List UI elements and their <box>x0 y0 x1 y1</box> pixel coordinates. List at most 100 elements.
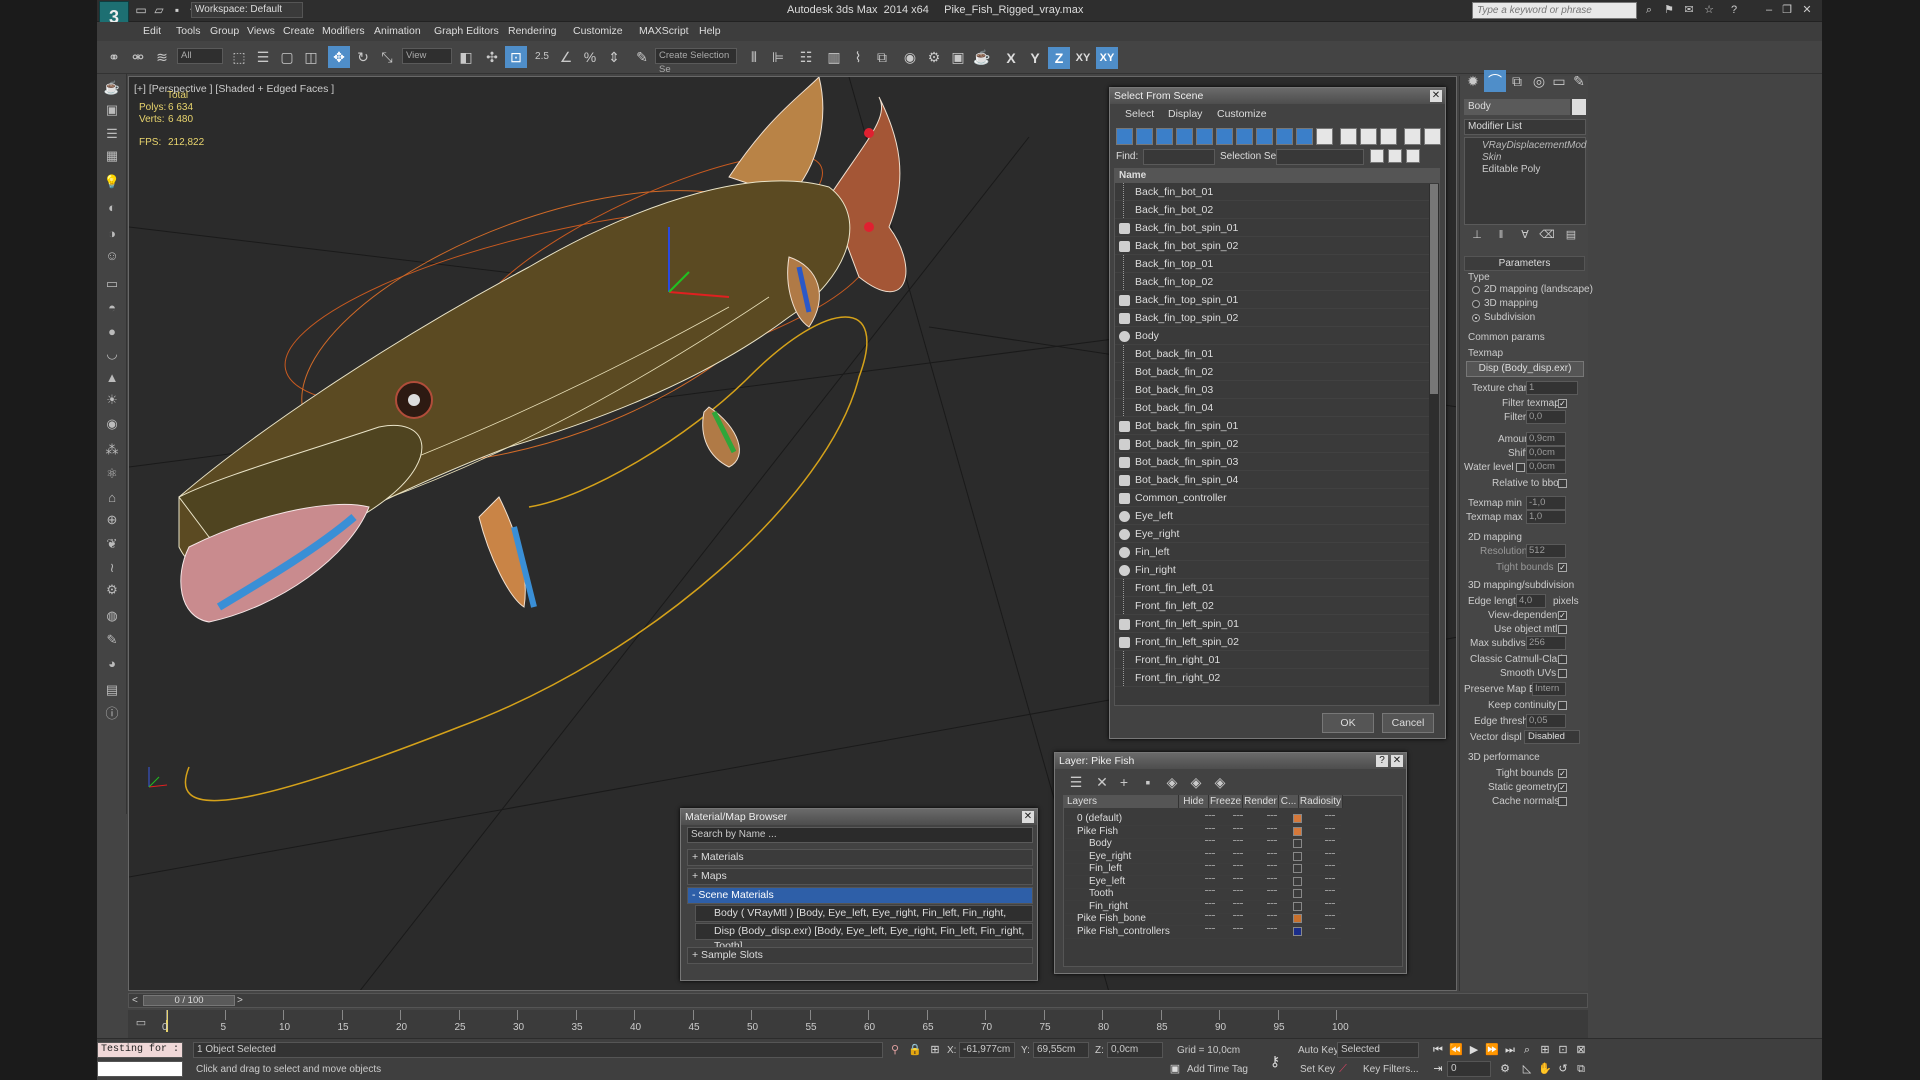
type-2d-radio[interactable] <box>1472 286 1480 294</box>
mirror-icon[interactable]: ⫴ <box>743 46 765 68</box>
render-icon[interactable] <box>1267 827 1277 832</box>
display-frozen-icon[interactable] <box>1316 128 1333 145</box>
freeze-toggle[interactable] <box>1233 915 1243 919</box>
resolution-spinner[interactable]: 512 <box>1526 544 1566 558</box>
time-slider-next-icon[interactable]: > <box>237 995 243 1006</box>
scene-object-row[interactable]: Back_fin_bot_02 <box>1115 201 1439 219</box>
named-selection-set-dropdown[interactable]: Create Selection Se <box>655 48 737 75</box>
search-input[interactable]: Type a keyword or phrase <box>1472 2 1637 19</box>
hide-toggle[interactable] <box>1205 902 1215 907</box>
list-scrollbar[interactable] <box>1429 184 1439 704</box>
display-groups-icon[interactable] <box>1236 128 1253 145</box>
table-icon[interactable]: ▦ <box>102 146 122 166</box>
pan-icon[interactable]: ✋ <box>1537 1061 1553 1077</box>
render-icon[interactable] <box>1267 877 1277 882</box>
open-file-icon[interactable]: ▱ <box>152 3 166 17</box>
axis-y-button[interactable]: Y <box>1024 47 1046 69</box>
hide-toggle[interactable] <box>1205 915 1215 919</box>
snaps-toggle-icon[interactable]: 2.5 <box>531 46 553 68</box>
render-icon[interactable]: ▣ <box>102 100 122 120</box>
selection-filter-dropdown[interactable]: All <box>177 48 223 64</box>
max-subdivs-spinner[interactable]: 256 <box>1526 636 1566 650</box>
orbit-icon[interactable]: ↺ <box>1555 1061 1571 1077</box>
menu-maxscript[interactable]: MAXScript <box>639 25 689 37</box>
scene-object-row[interactable]: Front_fin_left_02 <box>1115 597 1439 615</box>
scene-object-row[interactable]: Bot_back_fin_03 <box>1115 381 1439 399</box>
map-disp-body[interactable]: Disp (Body_disp.exr) [Body, Eye_left, Ey… <box>695 923 1033 952</box>
edge-length-spinner[interactable]: 4,0 <box>1516 594 1546 608</box>
workspace-dropdown[interactable]: Workspace: Default <box>191 2 303 18</box>
create-tab-icon[interactable]: ✹ <box>1462 70 1484 92</box>
object-name-input[interactable]: Body <box>1464 99 1570 115</box>
motion-tab-icon[interactable]: ◎ <box>1528 70 1550 92</box>
sphere-icon[interactable]: ● <box>102 322 122 342</box>
tight-bounds-2-checkbox[interactable]: ✓ <box>1558 769 1567 778</box>
subscription-icon[interactable]: ⚑ <box>1662 3 1676 17</box>
menu-graph-editors[interactable]: Graph Editors <box>434 25 499 37</box>
scene-object-row[interactable]: Eye_right <box>1115 525 1439 543</box>
display-helpers-icon[interactable] <box>1196 128 1213 145</box>
classic-catmull-checkbox[interactable] <box>1558 655 1567 664</box>
modifier-list-dropdown[interactable]: Modifier List <box>1464 119 1586 135</box>
time-slider-thumb[interactable]: 0 / 100 <box>143 995 235 1006</box>
layer-color-swatch[interactable] <box>1293 851 1302 861</box>
section-maps[interactable]: + Maps <box>687 868 1033 885</box>
zoom-icon[interactable]: ⌕ <box>1519 1042 1535 1058</box>
render-production-icon[interactable]: ☕ <box>971 46 993 68</box>
scene-object-row[interactable]: Bot_back_fin_01 <box>1115 345 1439 363</box>
x-coordinate-input[interactable]: -61,977cm <box>959 1042 1015 1058</box>
section-sample-slots[interactable]: + Sample Slots <box>687 947 1033 964</box>
info-icon[interactable]: ⓘ <box>102 704 122 724</box>
select-and-scale-icon[interactable]: ⤡ <box>376 46 398 68</box>
time-tag-icon[interactable]: ▣ <box>1167 1061 1183 1077</box>
static-geometry-checkbox[interactable]: ✓ <box>1558 783 1567 792</box>
time-slider[interactable]: < 0 / 100 > <box>128 993 1588 1008</box>
type-3d-radio[interactable] <box>1472 300 1480 308</box>
selection-set-add-icon[interactable] <box>1370 149 1384 163</box>
cancel-button[interactable]: Cancel <box>1382 713 1434 733</box>
modifier-editable-poly[interactable]: Editable Poly <box>1482 164 1540 175</box>
radiosity-icon[interactable] <box>1325 827 1335 832</box>
axis-xy-button[interactable]: XY <box>1072 47 1094 69</box>
menu-select[interactable]: Select <box>1125 108 1154 120</box>
plant-icon[interactable]: ❦ <box>102 534 122 554</box>
select-and-move-icon[interactable]: ✥ <box>328 46 350 68</box>
display-tab-icon[interactable]: ▭ <box>1548 70 1570 92</box>
selection-set-dropdown[interactable] <box>1276 149 1364 165</box>
type-subdivision-radio[interactable] <box>1472 314 1480 322</box>
maximize-viewport-icon[interactable]: ⧉ <box>1573 1061 1589 1077</box>
utilities-tab-icon[interactable]: ✎ <box>1568 70 1590 92</box>
remove-modifier-icon[interactable]: ⌫ <box>1536 224 1558 246</box>
layer-manager-icon[interactable]: ☷ <box>795 46 817 68</box>
selection-set-edit-icon[interactable] <box>1406 149 1420 163</box>
close-icon[interactable]: ✕ <box>1430 90 1442 102</box>
highlight-layer-icon[interactable]: ◈ <box>1161 771 1183 793</box>
zoom-all-icon[interactable]: ⊞ <box>1537 1042 1553 1058</box>
display-space-warps-icon[interactable] <box>1216 128 1233 145</box>
radiosity-icon[interactable] <box>1325 815 1335 819</box>
column-layers[interactable]: Layers <box>1063 795 1179 808</box>
absolute-mode-icon[interactable]: ⊞ <box>927 1042 943 1058</box>
curve-editor-icon[interactable]: ⌇ <box>847 46 869 68</box>
display-none-icon[interactable] <box>1360 128 1377 145</box>
menu-help[interactable]: Help <box>699 25 721 37</box>
layer-color-swatch[interactable] <box>1293 864 1302 873</box>
radiosity-icon[interactable] <box>1325 927 1335 932</box>
modifier-vray-displacement[interactable]: VRayDisplacementMod <box>1482 140 1587 151</box>
select-manipulate-icon[interactable]: ✣ <box>481 46 503 68</box>
graphite-ribbon-icon[interactable]: ▥ <box>823 46 845 68</box>
freeze-toggle[interactable] <box>1233 927 1243 932</box>
render-setup-icon[interactable]: ⚙ <box>923 46 945 68</box>
help-icon[interactable]: ? <box>1376 755 1388 767</box>
pivot-center-icon[interactable]: ◧ <box>455 46 477 68</box>
freeze-toggle[interactable] <box>1233 865 1243 869</box>
scene-object-row[interactable]: Bot_back_fin_spin_02 <box>1115 435 1439 453</box>
scene-object-row[interactable]: Back_fin_top_01 <box>1115 255 1439 273</box>
configure-modifier-sets-icon[interactable]: ▤ <box>1560 224 1582 246</box>
menu-group[interactable]: Group <box>210 25 239 37</box>
radiosity-icon[interactable] <box>1325 852 1335 857</box>
select-by-name-icon[interactable]: ☰ <box>252 46 274 68</box>
parameters-rollout[interactable]: Parameters <box>1464 256 1585 271</box>
column-radiosity[interactable]: Radiosity <box>1299 795 1343 808</box>
key-icon[interactable]: ⚷ <box>1267 1053 1283 1069</box>
